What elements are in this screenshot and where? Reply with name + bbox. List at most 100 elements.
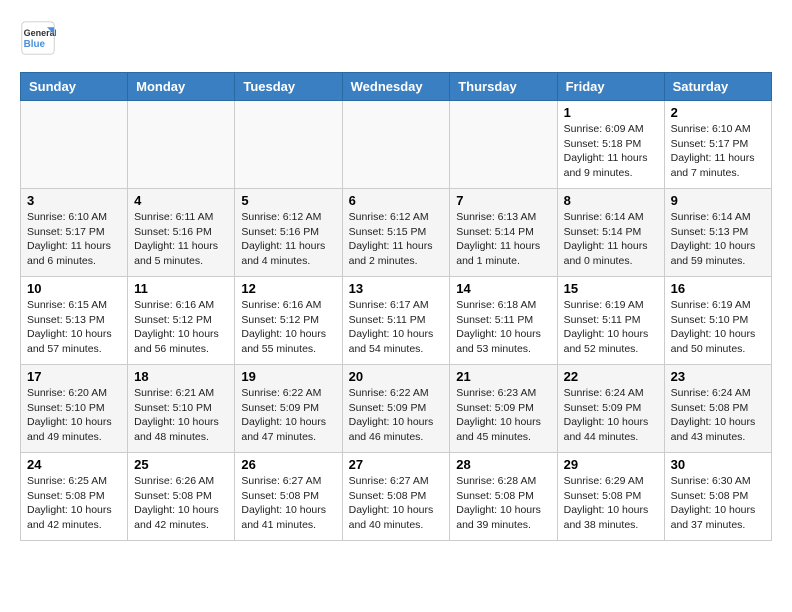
day-cell: 23 Sunrise: 6:24 AM Sunset: 5:08 PM Dayli… xyxy=(664,365,771,453)
day-number: 12 xyxy=(241,281,335,296)
day-info: Sunrise: 6:13 AM Sunset: 5:14 PM Dayligh… xyxy=(456,210,550,269)
column-header-tuesday: Tuesday xyxy=(235,73,342,101)
day-number: 4 xyxy=(134,193,228,208)
svg-text:Blue: Blue xyxy=(24,39,46,50)
day-number: 21 xyxy=(456,369,550,384)
logo: General Blue xyxy=(20,20,60,56)
column-header-saturday: Saturday xyxy=(664,73,771,101)
day-info: Sunrise: 6:27 AM Sunset: 5:08 PM Dayligh… xyxy=(241,474,335,533)
day-info: Sunrise: 6:09 AM Sunset: 5:18 PM Dayligh… xyxy=(564,122,658,181)
week-row-4: 17 Sunrise: 6:20 AM Sunset: 5:10 PM Dayli… xyxy=(21,365,772,453)
day-number: 5 xyxy=(241,193,335,208)
day-cell: 4 Sunrise: 6:11 AM Sunset: 5:16 PM Daylig… xyxy=(128,189,235,277)
day-cell: 15Sunrise: 6:19 AM Sunset: 5:11 PM Dayli… xyxy=(557,277,664,365)
day-cell: 26 Sunrise: 6:27 AM Sunset: 5:08 PM Dayli… xyxy=(235,453,342,541)
day-cell: 24 Sunrise: 6:25 AM Sunset: 5:08 PM Dayli… xyxy=(21,453,128,541)
day-cell: 22 Sunrise: 6:24 AM Sunset: 5:09 PM Dayli… xyxy=(557,365,664,453)
day-number: 14 xyxy=(456,281,550,296)
day-cell: 27 Sunrise: 6:27 AM Sunset: 5:08 PM Dayli… xyxy=(342,453,450,541)
day-info: Sunrise: 6:24 AM Sunset: 5:08 PM Dayligh… xyxy=(671,386,765,445)
day-cell: 10 Sunrise: 6:15 AM Sunset: 5:13 PM Dayli… xyxy=(21,277,128,365)
day-cell: 5 Sunrise: 6:12 AM Sunset: 5:16 PM Daylig… xyxy=(235,189,342,277)
day-number: 9 xyxy=(671,193,765,208)
day-number: 30 xyxy=(671,457,765,472)
week-row-2: 3Sunrise: 6:10 AM Sunset: 5:17 PM Daylig… xyxy=(21,189,772,277)
day-number: 17 xyxy=(27,369,121,384)
day-number: 24 xyxy=(27,457,121,472)
day-cell: 9 Sunrise: 6:14 AM Sunset: 5:13 PM Daylig… xyxy=(664,189,771,277)
day-number: 28 xyxy=(456,457,550,472)
day-info: Sunrise: 6:11 AM Sunset: 5:16 PM Dayligh… xyxy=(134,210,228,269)
day-info: Sunrise: 6:30 AM Sunset: 5:08 PM Dayligh… xyxy=(671,474,765,533)
day-number: 8 xyxy=(564,193,658,208)
day-cell xyxy=(21,101,128,189)
day-cell: 8Sunrise: 6:14 AM Sunset: 5:14 PM Daylig… xyxy=(557,189,664,277)
day-cell: 3Sunrise: 6:10 AM Sunset: 5:17 PM Daylig… xyxy=(21,189,128,277)
day-info: Sunrise: 6:22 AM Sunset: 5:09 PM Dayligh… xyxy=(241,386,335,445)
day-cell: 20 Sunrise: 6:22 AM Sunset: 5:09 PM Dayli… xyxy=(342,365,450,453)
day-cell xyxy=(342,101,450,189)
day-number: 27 xyxy=(349,457,444,472)
day-info: Sunrise: 6:12 AM Sunset: 5:15 PM Dayligh… xyxy=(349,210,444,269)
calendar-table: SundayMondayTuesdayWednesdayThursdayFrid… xyxy=(20,72,772,541)
day-number: 7 xyxy=(456,193,550,208)
day-number: 25 xyxy=(134,457,228,472)
day-info: Sunrise: 6:23 AM Sunset: 5:09 PM Dayligh… xyxy=(456,386,550,445)
column-header-wednesday: Wednesday xyxy=(342,73,450,101)
day-number: 10 xyxy=(27,281,121,296)
day-number: 3 xyxy=(27,193,121,208)
column-header-thursday: Thursday xyxy=(450,73,557,101)
day-info: Sunrise: 6:14 AM Sunset: 5:13 PM Dayligh… xyxy=(671,210,765,269)
week-row-3: 10 Sunrise: 6:15 AM Sunset: 5:13 PM Dayli… xyxy=(21,277,772,365)
day-number: 22 xyxy=(564,369,658,384)
day-cell: 28 Sunrise: 6:28 AM Sunset: 5:08 PM Dayli… xyxy=(450,453,557,541)
day-info: Sunrise: 6:27 AM Sunset: 5:08 PM Dayligh… xyxy=(349,474,444,533)
day-number: 18 xyxy=(134,369,228,384)
day-cell: 1 Sunrise: 6:09 AM Sunset: 5:18 PM Daylig… xyxy=(557,101,664,189)
header-row: SundayMondayTuesdayWednesdayThursdayFrid… xyxy=(21,73,772,101)
day-cell: 29 Sunrise: 6:29 AM Sunset: 5:08 PM Dayli… xyxy=(557,453,664,541)
day-info: Sunrise: 6:22 AM Sunset: 5:09 PM Dayligh… xyxy=(349,386,444,445)
day-info: Sunrise: 6:17 AM Sunset: 5:11 PM Dayligh… xyxy=(349,298,444,357)
day-cell xyxy=(450,101,557,189)
day-number: 20 xyxy=(349,369,444,384)
day-number: 6 xyxy=(349,193,444,208)
week-row-5: 24 Sunrise: 6:25 AM Sunset: 5:08 PM Dayli… xyxy=(21,453,772,541)
day-number: 26 xyxy=(241,457,335,472)
day-cell: 12 Sunrise: 6:16 AM Sunset: 5:12 PM Dayli… xyxy=(235,277,342,365)
day-info: Sunrise: 6:12 AM Sunset: 5:16 PM Dayligh… xyxy=(241,210,335,269)
day-info: Sunrise: 6:29 AM Sunset: 5:08 PM Dayligh… xyxy=(564,474,658,533)
day-info: Sunrise: 6:16 AM Sunset: 5:12 PM Dayligh… xyxy=(241,298,335,357)
day-info: Sunrise: 6:19 AM Sunset: 5:10 PM Dayligh… xyxy=(671,298,765,357)
day-info: Sunrise: 6:10 AM Sunset: 5:17 PM Dayligh… xyxy=(671,122,765,181)
day-info: Sunrise: 6:16 AM Sunset: 5:12 PM Dayligh… xyxy=(134,298,228,357)
day-cell: 6 Sunrise: 6:12 AM Sunset: 5:15 PM Daylig… xyxy=(342,189,450,277)
day-number: 29 xyxy=(564,457,658,472)
day-info: Sunrise: 6:28 AM Sunset: 5:08 PM Dayligh… xyxy=(456,474,550,533)
day-cell: 11 Sunrise: 6:16 AM Sunset: 5:12 PM Dayli… xyxy=(128,277,235,365)
day-info: Sunrise: 6:20 AM Sunset: 5:10 PM Dayligh… xyxy=(27,386,121,445)
day-info: Sunrise: 6:25 AM Sunset: 5:08 PM Dayligh… xyxy=(27,474,121,533)
day-number: 2 xyxy=(671,105,765,120)
column-header-friday: Friday xyxy=(557,73,664,101)
day-number: 15 xyxy=(564,281,658,296)
day-cell xyxy=(235,101,342,189)
week-row-1: 1 Sunrise: 6:09 AM Sunset: 5:18 PM Daylig… xyxy=(21,101,772,189)
day-number: 23 xyxy=(671,369,765,384)
page-header: General Blue xyxy=(20,20,772,56)
day-cell: 17 Sunrise: 6:20 AM Sunset: 5:10 PM Dayli… xyxy=(21,365,128,453)
day-info: Sunrise: 6:15 AM Sunset: 5:13 PM Dayligh… xyxy=(27,298,121,357)
day-number: 16 xyxy=(671,281,765,296)
day-info: Sunrise: 6:26 AM Sunset: 5:08 PM Dayligh… xyxy=(134,474,228,533)
day-cell: 18 Sunrise: 6:21 AM Sunset: 5:10 PM Dayli… xyxy=(128,365,235,453)
day-cell: 30 Sunrise: 6:30 AM Sunset: 5:08 PM Dayli… xyxy=(664,453,771,541)
day-info: Sunrise: 6:21 AM Sunset: 5:10 PM Dayligh… xyxy=(134,386,228,445)
day-number: 11 xyxy=(134,281,228,296)
day-cell: 21 Sunrise: 6:23 AM Sunset: 5:09 PM Dayli… xyxy=(450,365,557,453)
day-number: 19 xyxy=(241,369,335,384)
day-number: 1 xyxy=(564,105,658,120)
day-cell: 13Sunrise: 6:17 AM Sunset: 5:11 PM Dayli… xyxy=(342,277,450,365)
day-info: Sunrise: 6:18 AM Sunset: 5:11 PM Dayligh… xyxy=(456,298,550,357)
day-cell xyxy=(128,101,235,189)
day-info: Sunrise: 6:24 AM Sunset: 5:09 PM Dayligh… xyxy=(564,386,658,445)
